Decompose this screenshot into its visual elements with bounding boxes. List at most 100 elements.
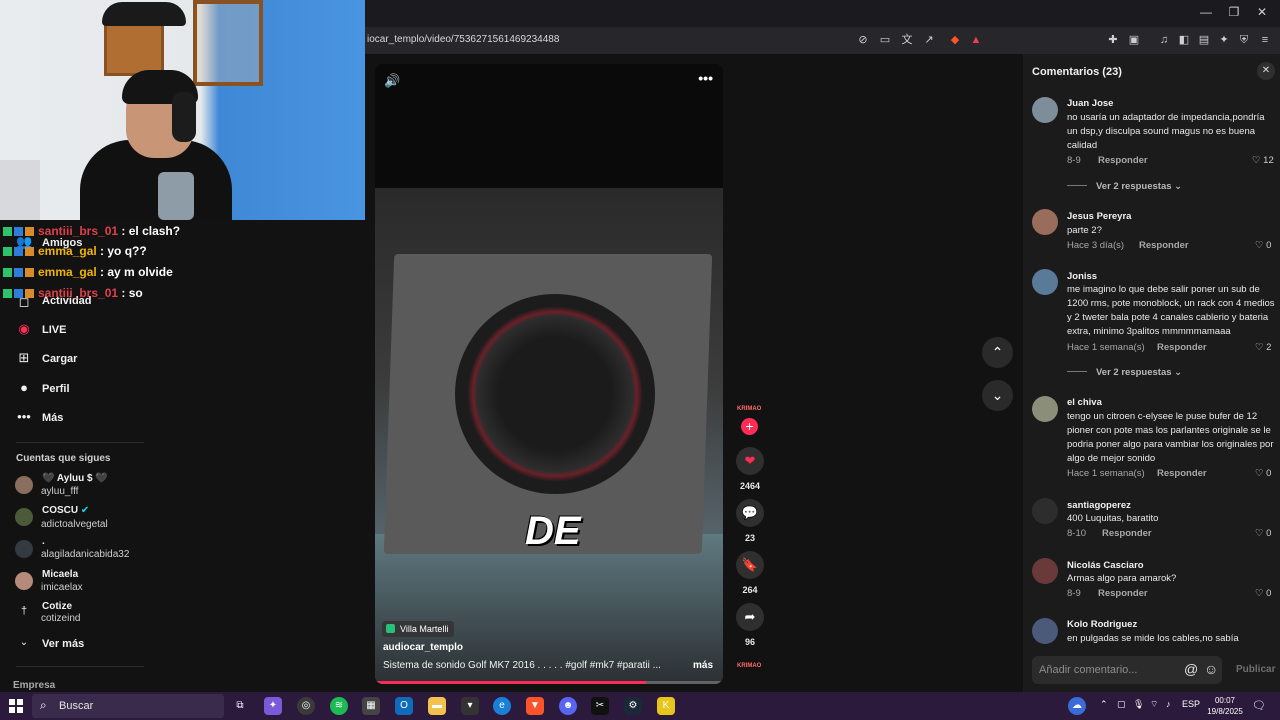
avatar[interactable] xyxy=(15,508,33,526)
media-icon[interactable]: ♫ xyxy=(1157,33,1171,47)
brave-shield-icon[interactable]: ◆ xyxy=(948,33,962,47)
share-action[interactable]: ➦ 96 xyxy=(735,603,765,647)
sidebar-icon[interactable]: ◧ xyxy=(1177,33,1191,47)
account-handle[interactable]: alagiladanicabida32 xyxy=(41,549,129,560)
account-name[interactable]: 🖤 Ayluu $ 🖤 xyxy=(42,473,108,484)
comment-action[interactable]: 💬 23 xyxy=(735,499,765,543)
comment-author[interactable]: santiagoperez xyxy=(1067,500,1131,511)
reply-button[interactable]: Responder xyxy=(1102,528,1152,539)
video-player[interactable]: DE 🔊 ••• Villa Martelli audiocar_templo … xyxy=(375,64,723,684)
discord-icon[interactable]: ☻ xyxy=(559,697,577,715)
app-icon[interactable]: K xyxy=(657,697,675,715)
next-video-button[interactable]: ⌄ xyxy=(982,380,1013,411)
comment-like[interactable]: ♡ 0 xyxy=(1255,588,1271,599)
follow-button[interactable]: + xyxy=(741,418,758,435)
account-handle[interactable]: imicaelax xyxy=(41,582,83,593)
weather-icon[interactable]: ☁ xyxy=(1068,697,1086,715)
comment-input-box[interactable]: @ ☺ xyxy=(1032,656,1222,684)
capcut-icon[interactable]: ✂ xyxy=(591,697,609,715)
share-page-icon[interactable]: ↗ xyxy=(922,33,936,47)
reply-button[interactable]: Responder xyxy=(1098,155,1148,166)
comment-like[interactable]: ♡ 0 xyxy=(1255,240,1271,251)
comment-input[interactable] xyxy=(1032,656,1177,684)
minimize-button[interactable]: — xyxy=(1192,5,1220,19)
publish-button[interactable]: Publicar xyxy=(1236,664,1275,675)
store-icon[interactable]: ▦ xyxy=(362,697,380,715)
edge-icon[interactable]: e xyxy=(493,697,511,715)
comment-icon[interactable]: 💬 xyxy=(736,499,764,527)
comment-like[interactable]: ♡ 2 xyxy=(1255,342,1271,353)
capture-icon[interactable]: ▣ xyxy=(1127,33,1141,47)
comment-author[interactable]: Jesus Pereyra xyxy=(1067,211,1131,222)
spotify-icon[interactable]: ≋ xyxy=(330,697,348,715)
close-window-button[interactable]: ✕ xyxy=(1248,5,1276,19)
share-icon[interactable]: ➦ xyxy=(736,603,764,631)
nav-item-profile[interactable]: Perfil xyxy=(42,383,70,395)
close-comments-button[interactable]: ✕ xyxy=(1257,62,1275,80)
clock[interactable]: 00:07 19/8/2025 xyxy=(1205,695,1245,717)
address-bar[interactable]: iocar_templo/video/7536271561469234488 ⊘… xyxy=(365,27,1280,54)
video-options-icon[interactable]: ••• xyxy=(698,70,713,86)
account-name[interactable]: Cotize xyxy=(42,601,72,612)
avatar[interactable] xyxy=(1032,209,1058,235)
account-handle[interactable]: adictoalvegetal xyxy=(41,519,108,530)
comment-author[interactable]: Joniss xyxy=(1067,271,1097,282)
nav-item-live[interactable]: LIVE xyxy=(42,324,66,336)
video-username[interactable]: audiocar_templo xyxy=(383,642,463,653)
avatar[interactable] xyxy=(15,572,33,590)
tray-chevron-icon[interactable]: ⌃ xyxy=(1100,699,1108,710)
avatar[interactable] xyxy=(1032,498,1058,524)
save-action[interactable]: 🔖 264 xyxy=(735,551,765,595)
network-icon[interactable]: ⌔ xyxy=(1150,699,1158,710)
restore-button[interactable]: ❐ xyxy=(1220,5,1248,19)
reply-button[interactable]: Responder xyxy=(1139,240,1189,251)
reply-button[interactable]: Responder xyxy=(1098,588,1148,599)
url-text[interactable]: iocar_templo/video/7536271561469234488 xyxy=(367,34,559,45)
menu-icon[interactable]: ≡ xyxy=(1258,33,1272,47)
no-tracking-icon[interactable]: ⊘ xyxy=(856,33,870,47)
comment-author[interactable]: Juan Jose xyxy=(1067,98,1113,109)
view-replies-button[interactable]: Ver 2 respuestas ⌄ xyxy=(1067,367,1182,378)
nav-item-more[interactable]: Más xyxy=(42,412,63,424)
mention-icon[interactable]: @ xyxy=(1184,661,1198,677)
leo-icon[interactable]: ✦ xyxy=(1217,33,1231,47)
previous-video-button[interactable]: ⌃ xyxy=(982,337,1013,368)
account-handle[interactable]: ayluu_fff xyxy=(41,486,78,497)
wallet-icon[interactable]: ▤ xyxy=(1197,33,1211,47)
comment-like[interactable]: ♡ 0 xyxy=(1255,528,1271,539)
creator-avatar[interactable]: KRIMAO xyxy=(737,406,761,412)
video-progress-bar[interactable] xyxy=(375,681,723,684)
avatar[interactable] xyxy=(1032,618,1058,644)
volume-icon[interactable]: ♪ xyxy=(1166,699,1171,709)
translate-icon[interactable]: 文 xyxy=(900,33,914,47)
volume-icon[interactable]: 🔊 xyxy=(384,73,400,89)
avatar[interactable] xyxy=(1032,97,1058,123)
comment-like[interactable]: ♡ 12 xyxy=(1252,155,1274,166)
reply-button[interactable]: Responder xyxy=(1157,342,1207,353)
avatar[interactable] xyxy=(1032,396,1058,422)
comment-author[interactable]: el chiva xyxy=(1067,397,1102,408)
reply-button[interactable]: Responder xyxy=(1157,468,1207,479)
notifications-icon[interactable]: 🗨 xyxy=(1252,699,1266,712)
brave-icon[interactable]: ▼ xyxy=(526,697,544,715)
nav-item-upload[interactable]: Cargar xyxy=(42,353,77,365)
file-explorer-icon[interactable]: ▬ xyxy=(428,697,446,715)
account-handle[interactable]: cotizeind xyxy=(41,613,80,624)
location-chip[interactable]: Villa Martelli xyxy=(382,621,455,637)
comment-author[interactable]: Kolo Rodriguez xyxy=(1067,619,1137,630)
app-icon[interactable]: ▾ xyxy=(461,697,479,715)
avatar[interactable] xyxy=(15,540,33,558)
see-more-button[interactable]: Ver más xyxy=(42,638,84,650)
taskbar-search[interactable]: ⌕ Buscar xyxy=(32,694,224,718)
heart-icon[interactable]: ❤ xyxy=(736,447,764,475)
language-indicator[interactable]: ESP xyxy=(1182,699,1200,709)
comment-like[interactable]: ♡ 0 xyxy=(1255,468,1271,479)
avatar[interactable] xyxy=(1032,558,1058,584)
view-replies-button[interactable]: Ver 2 respuestas ⌄ xyxy=(1067,181,1182,192)
footer-link[interactable]: Empresa xyxy=(13,680,55,691)
account-name[interactable]: Micaela xyxy=(42,569,78,580)
copilot-icon[interactable]: ✦ xyxy=(264,697,282,715)
description-more-button[interactable]: más xyxy=(693,660,713,671)
like-action[interactable]: ❤ 2464 xyxy=(735,447,765,491)
task-view-icon[interactable]: ⧉ xyxy=(231,697,249,715)
